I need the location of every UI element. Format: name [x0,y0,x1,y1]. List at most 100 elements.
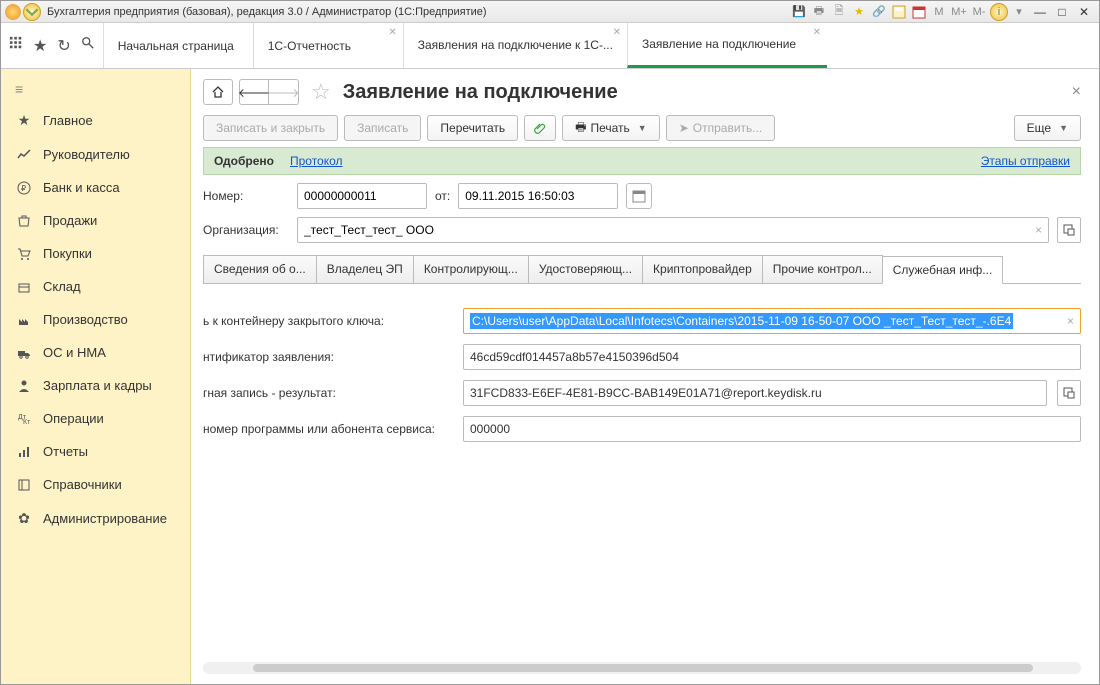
clear-icon[interactable]: × [1035,223,1042,237]
sidebar-item-admin[interactable]: ✿Администрирование [1,501,190,536]
tab-close-icon[interactable]: ✕ [613,27,621,39]
sidebar-item-bank[interactable]: ₽Банк и касса [1,171,190,204]
sidebar-item-operations[interactable]: ДтКтОперации [1,402,190,435]
svg-text:Кт: Кт [23,419,31,426]
app-logo-icon [5,4,21,20]
org-input[interactable]: × [297,217,1049,243]
sidebar-label: Главное [43,113,93,128]
box-icon [15,280,33,294]
inner-tab-certifying[interactable]: Удостоверяющ... [528,255,643,283]
star-icon: ★ [15,112,33,129]
tab-application[interactable]: Заявление на подключение ✕ [627,23,827,68]
inner-tab-controlling[interactable]: Контролирующ... [413,255,529,283]
open-icon [1062,386,1076,400]
sidebar-toggle[interactable]: ≡ [1,75,190,103]
more-button[interactable]: Еще▼ [1014,115,1081,141]
memory-m[interactable]: M [930,3,948,21]
sidebar-label: Руководителю [43,147,130,162]
memory-mplus[interactable]: M+ [950,3,968,21]
print-icon[interactable]: 🖶 [810,3,828,21]
inner-tab-info[interactable]: Сведения об о... [203,255,317,283]
tab-close-icon[interactable]: ✕ [388,27,396,38]
sidebar-item-purchases[interactable]: Покупки [1,237,190,270]
account-result-input[interactable]: 31FCD833-E6EF-4E81-B9CC-BAB149E01A71@rep… [463,380,1047,406]
compare-icon[interactable]: 🗎 [830,3,848,21]
report-icon [15,445,33,459]
search-icon[interactable] [81,36,95,55]
calculator-icon[interactable] [890,3,908,21]
maximize-button[interactable]: □ [1052,4,1072,20]
memory-mminus[interactable]: M- [970,3,988,21]
open-account-button[interactable] [1057,380,1081,406]
sidebar-label: Операции [43,411,104,426]
stages-link[interactable]: Этапы отправки [981,154,1070,168]
attach-button[interactable] [524,115,556,141]
close-page-button[interactable]: × [1072,83,1081,101]
horizontal-scrollbar[interactable] [203,662,1081,674]
tab-close-icon[interactable]: ✕ [813,27,821,38]
container-path-input[interactable]: C:\Users\user\AppData\Local\Infotecs\Con… [463,308,1081,334]
date-field[interactable] [465,189,611,203]
sidebar-item-reports[interactable]: Отчеты [1,435,190,468]
info-icon[interactable]: i [990,3,1008,21]
save-close-button[interactable]: Записать и закрыть [203,115,338,141]
open-org-button[interactable] [1057,217,1081,243]
cal-icon [912,5,926,19]
inner-tab-owner[interactable]: Владелец ЭП [316,255,414,283]
apps-grid-icon[interactable] [9,36,23,55]
sidebar-label: Продажи [43,213,97,228]
send-button[interactable]: ➤Отправить... [666,115,776,141]
inner-tab-crypto[interactable]: Криптопровайдер [642,255,763,283]
favorite-toggle-icon[interactable]: ☆ [311,79,331,105]
sidebar-item-assets[interactable]: ОС и НМА [1,336,190,369]
tab-label: Заявления на подключение к 1С-... [418,38,613,52]
tab-reporting[interactable]: 1С-Отчетность ✕ [253,23,403,68]
favorite-star-icon[interactable]: ★ [850,3,868,21]
minimize-button[interactable]: — [1030,4,1050,20]
history-icon[interactable]: ↻ [57,36,70,56]
number-input[interactable] [297,183,427,209]
org-field[interactable] [304,223,1031,237]
number-field[interactable] [304,189,420,203]
date-input[interactable] [458,183,618,209]
links-icon[interactable]: 🔗 [870,3,888,21]
tab-home[interactable]: Начальная страница [103,23,253,68]
print-button[interactable]: 🖶Печать▼ [562,115,660,141]
cart-icon [15,247,33,261]
window-titlebar: Бухгалтерия предприятия (базовая), редак… [1,1,1099,23]
window-title: Бухгалтерия предприятия (базовая), редак… [47,6,487,18]
calendar-picker-button[interactable] [626,183,652,209]
back-button[interactable]: 🡐 [239,79,269,105]
star-icon[interactable]: ★ [33,36,47,56]
sidebar-item-catalogs[interactable]: Справочники [1,468,190,501]
factory-icon [15,313,33,327]
save-icon[interactable]: 💾 [790,3,808,21]
app-menu-dropdown[interactable] [23,3,41,21]
sidebar-item-manager[interactable]: Руководителю [1,138,190,171]
reread-button[interactable]: Перечитать [427,115,518,141]
sidebar-label: Склад [43,279,81,294]
close-window-button[interactable]: ✕ [1074,4,1094,20]
sidebar-item-production[interactable]: Производство [1,303,190,336]
book-icon [15,478,33,492]
inner-tabstrip: Сведения об о... Владелец ЭП Контролирую… [203,255,1081,284]
save-button[interactable]: Записать [344,115,421,141]
sidebar-item-sales[interactable]: Продажи [1,204,190,237]
status-label: Одобрено [214,154,274,168]
info-dropdown-icon[interactable]: ▾ [1010,3,1028,21]
calendar-icon[interactable] [910,3,928,21]
sidebar-item-warehouse[interactable]: Склад [1,270,190,303]
forward-button[interactable]: 🡒 [269,79,299,105]
sidebar-label: Отчеты [43,444,88,459]
inner-tab-other[interactable]: Прочие контрол... [762,255,883,283]
tab-applications-list[interactable]: Заявления на подключение к 1С-... ✕ [403,23,627,68]
program-number-input[interactable]: 000000 [463,416,1081,442]
sidebar-item-salary[interactable]: Зарплата и кадры [1,369,190,402]
protocol-link[interactable]: Протокол [290,154,343,168]
scrollbar-thumb[interactable] [253,664,1033,672]
home-button[interactable] [203,79,233,105]
clear-icon[interactable]: × [1067,314,1074,328]
sidebar-item-main[interactable]: ★ Главное [1,103,190,138]
identifier-input[interactable]: 46cd59cdf014457a8b57e4150396d504 [463,344,1081,370]
inner-tab-service[interactable]: Служебная инф... [882,256,1004,284]
